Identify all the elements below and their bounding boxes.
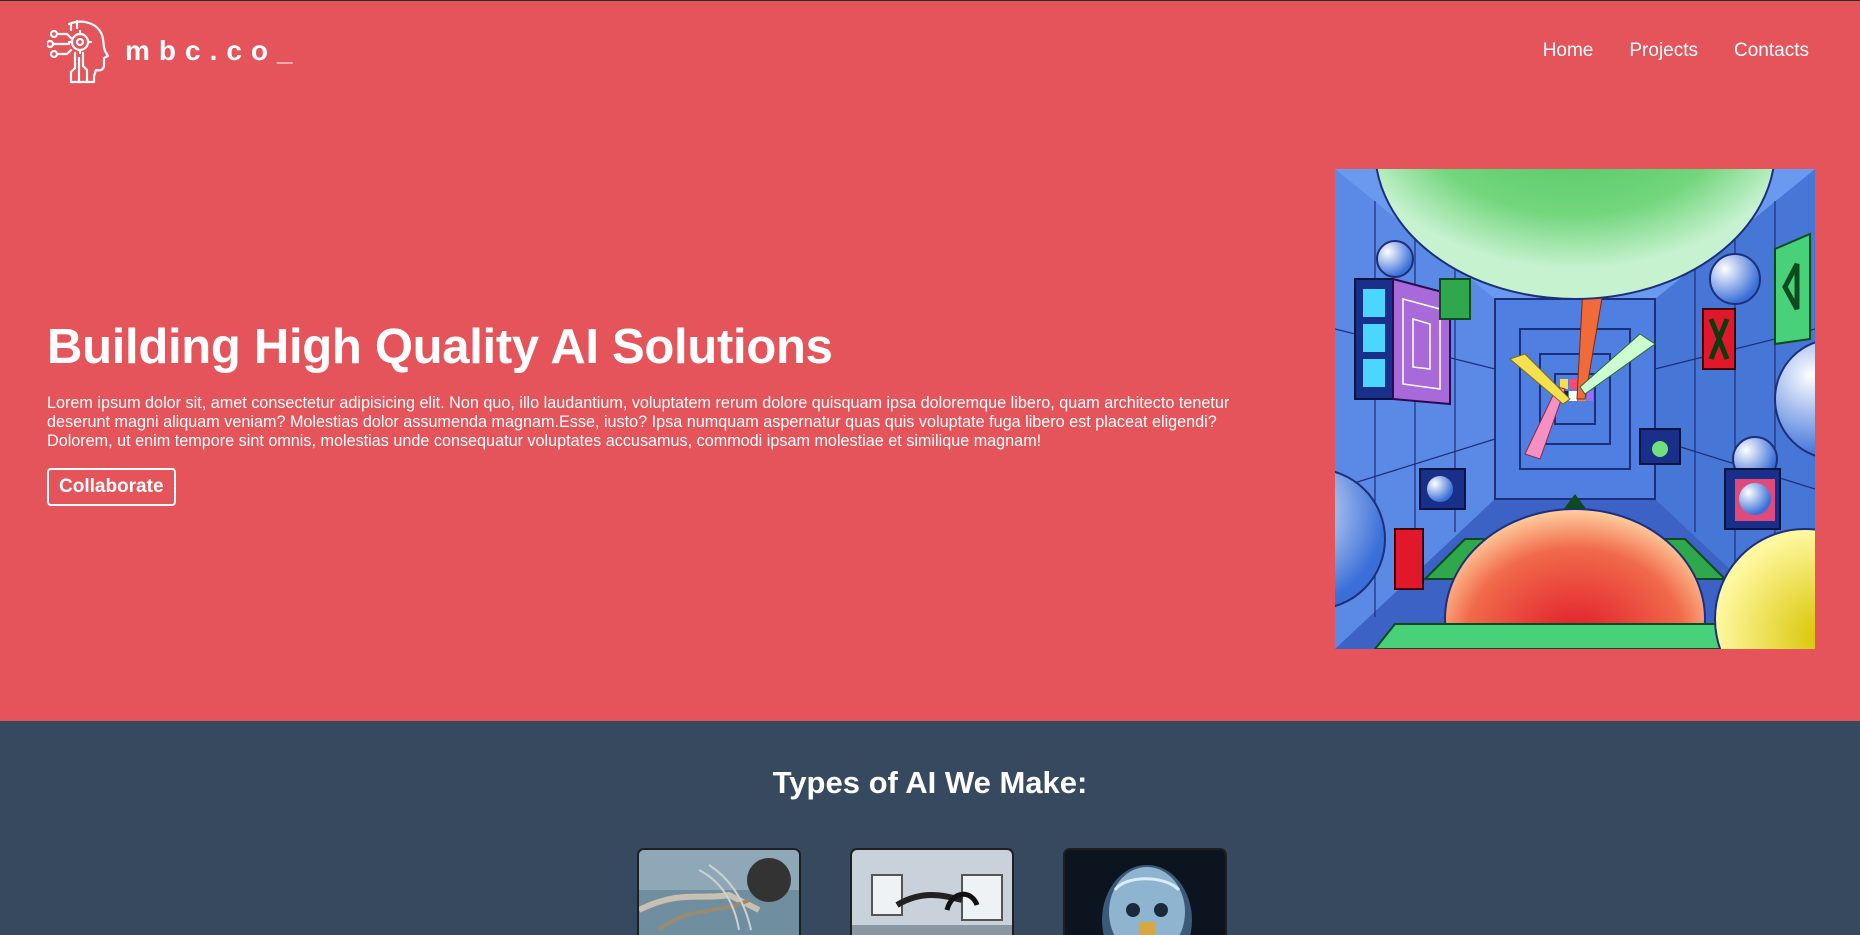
hero-text: Building High Quality AI Solutions Lorem… xyxy=(47,318,1247,506)
hero-title: Building High Quality AI Solutions xyxy=(47,320,833,374)
robot-head-card[interactable] xyxy=(1063,848,1227,935)
site-header: mbc.co_ Home Projects Contacts xyxy=(0,0,1860,100)
types-cards xyxy=(637,848,1227,935)
logo[interactable]: mbc.co_ xyxy=(47,18,302,84)
nav-home[interactable]: Home xyxy=(1543,40,1594,62)
types-section: Types of AI We Make: xyxy=(0,721,1860,935)
hero-image xyxy=(1335,169,1815,649)
nav-contacts[interactable]: Contacts xyxy=(1734,40,1809,62)
industrial-robot-card[interactable] xyxy=(850,848,1014,935)
hero-description: Lorem ipsum dolor sit, amet consectetur … xyxy=(47,394,1230,450)
collaborate-button[interactable]: Collaborate xyxy=(47,468,176,506)
types-title: Types of AI We Make: xyxy=(772,765,1088,800)
brand-name: mbc.co_ xyxy=(125,35,302,66)
robotic-arm-card[interactable] xyxy=(637,848,801,935)
main-nav: Home Projects Contacts xyxy=(1543,40,1809,62)
nav-projects[interactable]: Projects xyxy=(1629,40,1698,62)
robot-head-circuit-icon xyxy=(47,19,109,84)
